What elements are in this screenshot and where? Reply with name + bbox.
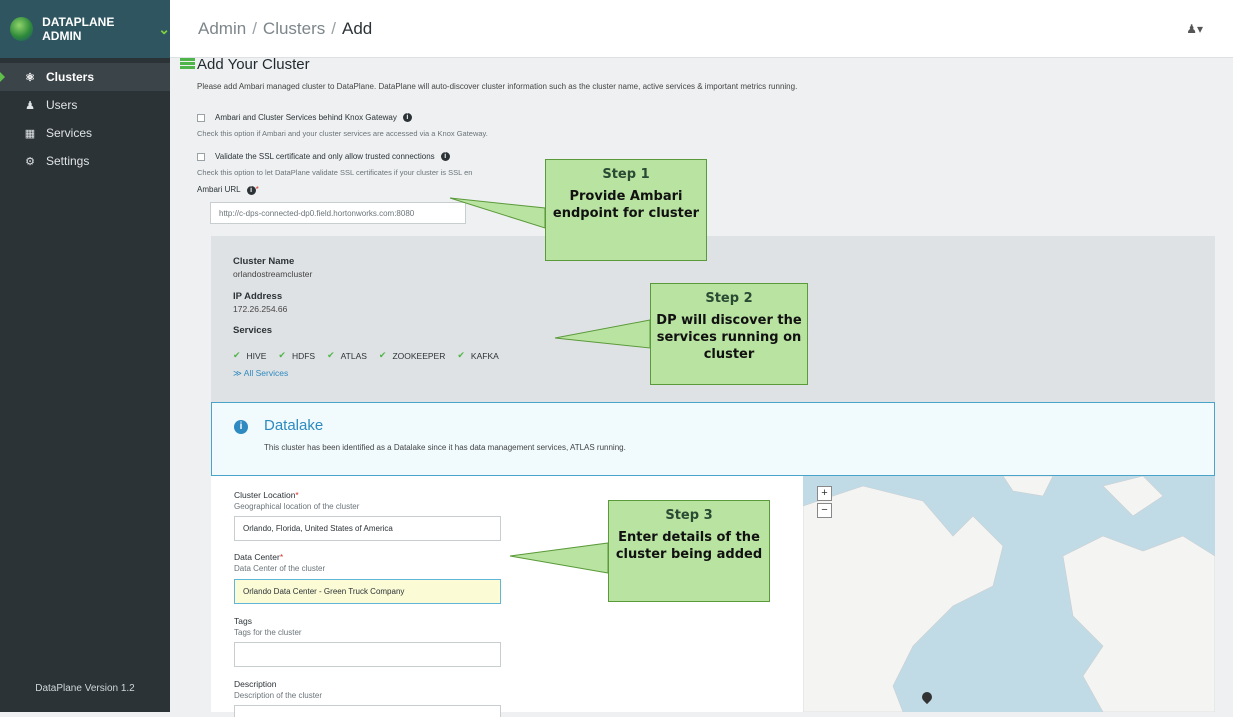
callout-step: Step 1 bbox=[546, 167, 706, 182]
user-menu-icon[interactable]: ♟▾ bbox=[1186, 22, 1203, 36]
sidebar-item-label: Clusters bbox=[46, 70, 94, 84]
globe-logo-icon bbox=[10, 17, 33, 41]
sidebar-item-label: Users bbox=[46, 98, 77, 112]
users-icon: ♟ bbox=[24, 99, 36, 112]
sidebar-item-settings[interactable]: ⚙ Settings bbox=[0, 147, 170, 175]
clusters-icon: ⚛ bbox=[24, 71, 36, 84]
main-content: Add Your Cluster Please add Ambari manag… bbox=[170, 58, 1233, 712]
breadcrumb-clusters[interactable]: Clusters bbox=[263, 19, 325, 39]
version-label: DataPlane Version 1.2 bbox=[0, 683, 170, 694]
gear-icon: ⚙ bbox=[24, 155, 36, 168]
callout-text: DP will discover the services running on… bbox=[651, 312, 807, 363]
step-1-callout: Step 1 Provide Ambari endpoint for clust… bbox=[545, 159, 707, 261]
breadcrumb: Admin / Clusters / Add ♟▾ bbox=[170, 0, 1233, 58]
breadcrumb-separator: / bbox=[331, 19, 336, 39]
callout-text: Provide Ambari endpoint for cluster bbox=[546, 188, 706, 222]
sidebar-item-label: Services bbox=[46, 126, 92, 140]
sidebar-item-users[interactable]: ♟ Users bbox=[0, 91, 170, 119]
callout-step: Step 2 bbox=[651, 291, 807, 306]
brand-title: DATAPLANE ADMIN bbox=[42, 15, 152, 43]
breadcrumb-admin[interactable]: Admin bbox=[198, 19, 246, 39]
callout-text: Enter details of the cluster being added bbox=[609, 529, 769, 563]
sidebar-item-services[interactable]: ▦ Services bbox=[0, 119, 170, 147]
step-2-callout: Step 2 DP will discover the services run… bbox=[650, 283, 808, 385]
chevron-down-icon[interactable]: ⌄ bbox=[158, 21, 170, 38]
breadcrumb-separator: / bbox=[252, 19, 257, 39]
services-icon: ▦ bbox=[24, 127, 36, 140]
callout-step: Step 3 bbox=[609, 508, 769, 523]
sidebar: DATAPLANE ADMIN ⌄ ⚛ Clusters ♟ Users ▦ S… bbox=[0, 0, 170, 712]
sidebar-item-clusters[interactable]: ⚛ Clusters bbox=[0, 63, 170, 91]
callout-pointers bbox=[170, 58, 1233, 712]
step-3-callout: Step 3 Enter details of the cluster bein… bbox=[608, 500, 770, 602]
brand-menu[interactable]: DATAPLANE ADMIN ⌄ bbox=[0, 0, 170, 58]
sidebar-item-label: Settings bbox=[46, 154, 89, 168]
breadcrumb-current: Add bbox=[342, 19, 372, 39]
